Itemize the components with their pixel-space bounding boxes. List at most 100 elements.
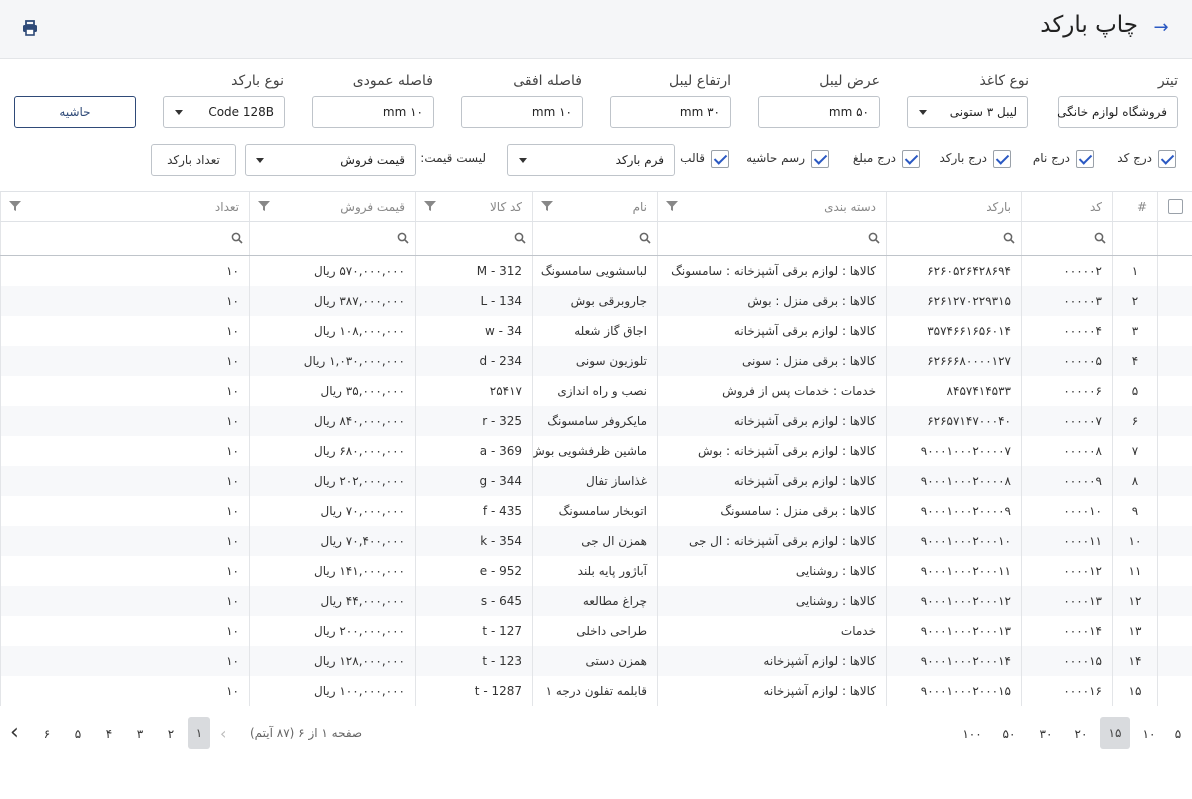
cell-num: ۹: [1112, 496, 1157, 526]
search-icon: [514, 232, 526, 244]
row-select-cell[interactable]: [1157, 556, 1192, 586]
table-row[interactable]: ۶ ۰۰۰۰۰۷ ۶۲۶۵۷۱۴۷۰۰۰۴۰ کالاها : لوازم برقی …: [0, 406, 1192, 436]
barcode-count-button[interactable]: تعداد بارکد: [151, 144, 236, 176]
template-checkbox[interactable]: [711, 150, 729, 168]
page-size-option[interactable]: ۱۰۰: [960, 726, 984, 742]
title-input[interactable]: فروشگاه لوازم خانگی: [1057, 96, 1178, 128]
page-number[interactable]: ۵: [66, 726, 90, 742]
header-item-code[interactable]: کد کالا: [415, 192, 532, 221]
row-select-cell[interactable]: [1157, 526, 1192, 556]
filter-cell-category[interactable]: [657, 222, 886, 255]
page-size-option[interactable]: ۵۰: [997, 726, 1021, 742]
header-name[interactable]: نام: [532, 192, 657, 221]
label-width-input[interactable]: ۵۰ mm: [758, 96, 880, 128]
row-select-cell[interactable]: [1157, 616, 1192, 646]
row-select-cell[interactable]: [1157, 286, 1192, 316]
filter-icon[interactable]: [541, 200, 553, 212]
row-select-cell[interactable]: [1157, 436, 1192, 466]
header-barcode[interactable]: بارکد: [886, 192, 1021, 221]
table-row[interactable]: ۱۱ ۰۰۰۰۱۲ ۹۰۰۰۱۰۰۰۲۰۰۰۱۱ کالاها : روشنایی آب…: [0, 556, 1192, 586]
cell-barcode: ۳۵۷۴۶۶۱۶۵۶۰۱۴: [886, 316, 1021, 346]
page-size-option[interactable]: ۵: [1166, 726, 1190, 742]
select-all-checkbox[interactable]: [1168, 199, 1183, 214]
filter-cell-barcode[interactable]: [886, 222, 1021, 255]
insert-name-checkbox[interactable]: [1076, 150, 1094, 168]
table-row[interactable]: ۸ ۰۰۰۰۰۹ ۹۰۰۰۱۰۰۰۲۰۰۰۰۸ کالاها : لوازم برقی…: [0, 466, 1192, 496]
header-category[interactable]: دسته بندی: [657, 192, 886, 221]
row-select-cell[interactable]: [1157, 496, 1192, 526]
page-number[interactable]: ۴: [97, 726, 121, 742]
arrow-right-icon[interactable]: →: [1152, 18, 1170, 38]
filter-icon[interactable]: [9, 200, 21, 212]
page-size-option[interactable]: ۳۰: [1034, 726, 1058, 742]
cell-code: ۰۰۰۰۱۱: [1021, 526, 1112, 556]
row-select-cell[interactable]: [1157, 406, 1192, 436]
header-code[interactable]: کد: [1021, 192, 1112, 221]
table-row[interactable]: ۱۳ ۰۰۰۰۱۴ ۹۰۰۰۱۰۰۰۲۰۰۰۱۳ خدمات طراحی داخلی t …: [0, 616, 1192, 646]
filter-cell-price[interactable]: [249, 222, 415, 255]
page-size-option[interactable]: ۱۵: [1100, 717, 1130, 749]
cell-item-code: r - 325: [415, 406, 532, 436]
filter-cell-item-code[interactable]: [415, 222, 532, 255]
table-row[interactable]: ۴ ۰۰۰۰۰۵ ۶۲۶۶۶۸۰۰۰۰۱۲۷ کالاها : برقی منزل :…: [0, 346, 1192, 376]
page-number[interactable]: ۳: [128, 726, 152, 742]
cell-code: ۰۰۰۰۱۰: [1021, 496, 1112, 526]
printer-icon[interactable]: [21, 19, 39, 37]
filter-icon[interactable]: [424, 200, 436, 212]
row-select-cell[interactable]: [1157, 376, 1192, 406]
insert-code-checkbox[interactable]: [1158, 150, 1176, 168]
table-row[interactable]: ۲ ۰۰۰۰۰۳ ۶۲۶۱۲۷۰۲۲۹۳۱۵ کالاها : برقی منزل :…: [0, 286, 1192, 316]
page-size-option[interactable]: ۲۰: [1069, 726, 1093, 742]
page-number[interactable]: ۱: [188, 717, 210, 749]
filter-icon[interactable]: [258, 200, 270, 212]
cell-num: ۶: [1112, 406, 1157, 436]
cell-name: آباژور پایه بلند: [532, 556, 657, 586]
cell-item-code: s - 645: [415, 586, 532, 616]
draw-border-checkbox[interactable]: [811, 150, 829, 168]
filter-cell-code[interactable]: [1021, 222, 1112, 255]
table-row[interactable]: ۷ ۰۰۰۰۰۸ ۹۰۰۰۱۰۰۰۲۰۰۰۰۷ کالاها : لوازم برقی…: [0, 436, 1192, 466]
filter-cell-name[interactable]: [532, 222, 657, 255]
row-select-cell[interactable]: [1157, 256, 1192, 286]
label-height-input[interactable]: ۳۰ mm: [610, 96, 731, 128]
cell-qty: ۱۰: [0, 676, 249, 706]
table-row[interactable]: ۱۰ ۰۰۰۰۱۱ ۹۰۰۰۱۰۰۰۲۰۰۰۱۰ کالاها : لوازم برق…: [0, 526, 1192, 556]
template-value: فرم بارکد: [615, 153, 664, 167]
table-row[interactable]: ۱ ۰۰۰۰۰۲ ۶۲۶۰۵۲۶۴۲۸۶۹۴ کالاها : لوازم برقی …: [0, 256, 1192, 286]
table-row[interactable]: ۱۵ ۰۰۰۰۱۶ ۹۰۰۰۱۰۰۰۲۰۰۰۱۵ کالاها : لوازم آشپ…: [0, 676, 1192, 706]
row-select-cell[interactable]: [1157, 586, 1192, 616]
table-row[interactable]: ۱۴ ۰۰۰۰۱۵ ۹۰۰۰۱۰۰۰۲۰۰۰۱۴ کالاها : لوازم آشپ…: [0, 646, 1192, 676]
filter-icon[interactable]: [666, 200, 678, 212]
cell-price: ۳۸۷,۰۰۰,۰۰۰ ریال: [249, 286, 415, 316]
template-select[interactable]: فرم بارکد: [507, 144, 675, 176]
row-select-cell[interactable]: [1157, 346, 1192, 376]
row-select-cell[interactable]: [1157, 466, 1192, 496]
vertical-gap-input[interactable]: ۱۰ mm: [312, 96, 434, 128]
page-size-option[interactable]: ۱۰: [1137, 726, 1161, 742]
price-list-select[interactable]: قیمت فروش: [245, 144, 416, 176]
insert-barcode-checkbox[interactable]: [993, 150, 1011, 168]
insert-amount-checkbox[interactable]: [902, 150, 920, 168]
table-row[interactable]: ۹ ۰۰۰۰۱۰ ۹۰۰۰۱۰۰۰۲۰۰۰۰۹ کالاها : برقی منزل …: [0, 496, 1192, 526]
cell-code: ۰۰۰۰۰۲: [1021, 256, 1112, 286]
table-row[interactable]: ۵ ۰۰۰۰۰۶ ۸۴۵۷۴۱۴۵۳۳ خدمات : خدمات پس از فرو…: [0, 376, 1192, 406]
table-row[interactable]: ۳ ۰۰۰۰۰۴ ۳۵۷۴۶۶۱۶۵۶۰۱۴ کالاها : لوازم برقی …: [0, 316, 1192, 346]
row-select-cell[interactable]: [1157, 676, 1192, 706]
cell-qty: ۱۰: [0, 286, 249, 316]
row-select-cell[interactable]: [1157, 646, 1192, 676]
cell-category: کالاها : لوازم آشپزخانه: [657, 646, 886, 676]
header-num[interactable]: #: [1112, 192, 1157, 221]
page-number[interactable]: ۶: [35, 726, 59, 742]
row-select-cell[interactable]: [1157, 316, 1192, 346]
header-qty[interactable]: تعداد: [0, 192, 249, 221]
cell-qty: ۱۰: [0, 256, 249, 286]
header-price[interactable]: قیمت فروش: [249, 192, 415, 221]
horizontal-gap-input[interactable]: ۱۰ mm: [461, 96, 583, 128]
page-number[interactable]: ۲: [159, 726, 183, 742]
chevron-left-icon[interactable]: ‹: [10, 720, 19, 745]
page-title: چاپ بارکد: [1040, 12, 1138, 38]
cell-item-code: k - 354: [415, 526, 532, 556]
margin-button[interactable]: حاشیه: [14, 96, 136, 128]
filter-cell-qty[interactable]: [0, 222, 249, 255]
table-row[interactable]: ۱۲ ۰۰۰۰۱۳ ۹۰۰۰۱۰۰۰۲۰۰۰۱۲ کالاها : روشنایی چر…: [0, 586, 1192, 616]
